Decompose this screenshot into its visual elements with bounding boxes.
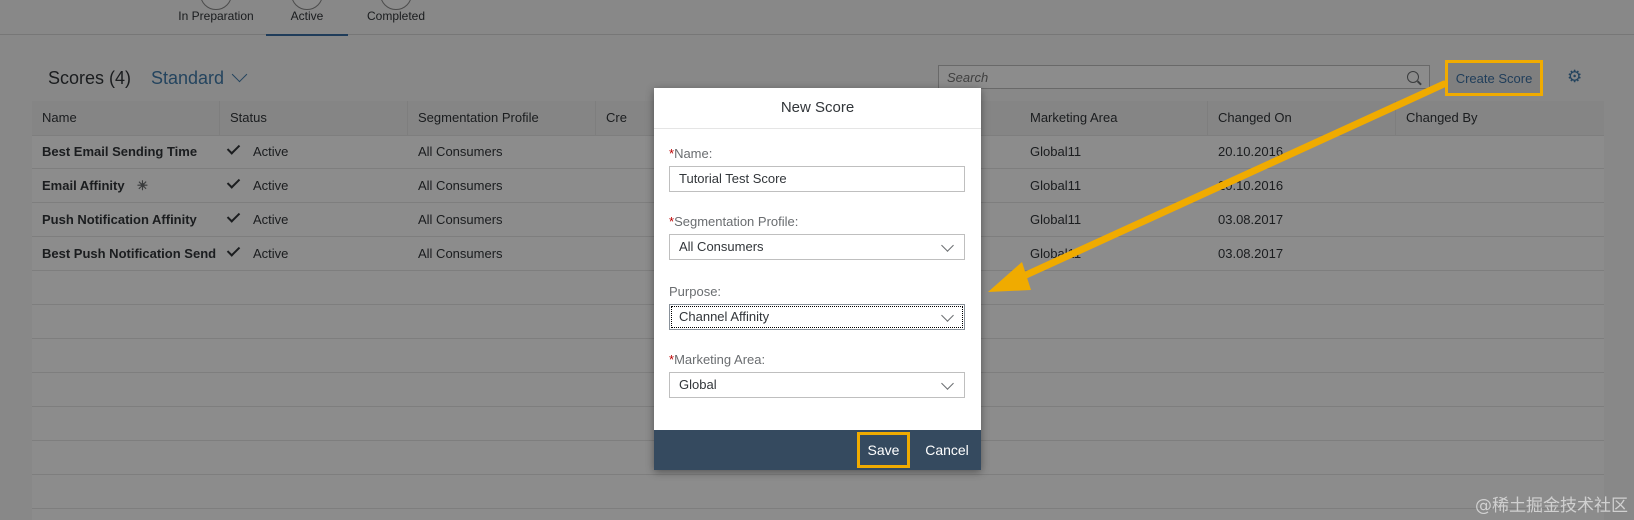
annotation-arrow-shaft	[1011, 80, 1448, 284]
annotation-arrow-head	[988, 262, 1031, 292]
annotation-arrow	[988, 80, 1448, 292]
app-page: In Preparation Active Completed Scores (…	[0, 0, 1634, 520]
watermark: @稀土掘金技术社区	[1475, 496, 1628, 516]
